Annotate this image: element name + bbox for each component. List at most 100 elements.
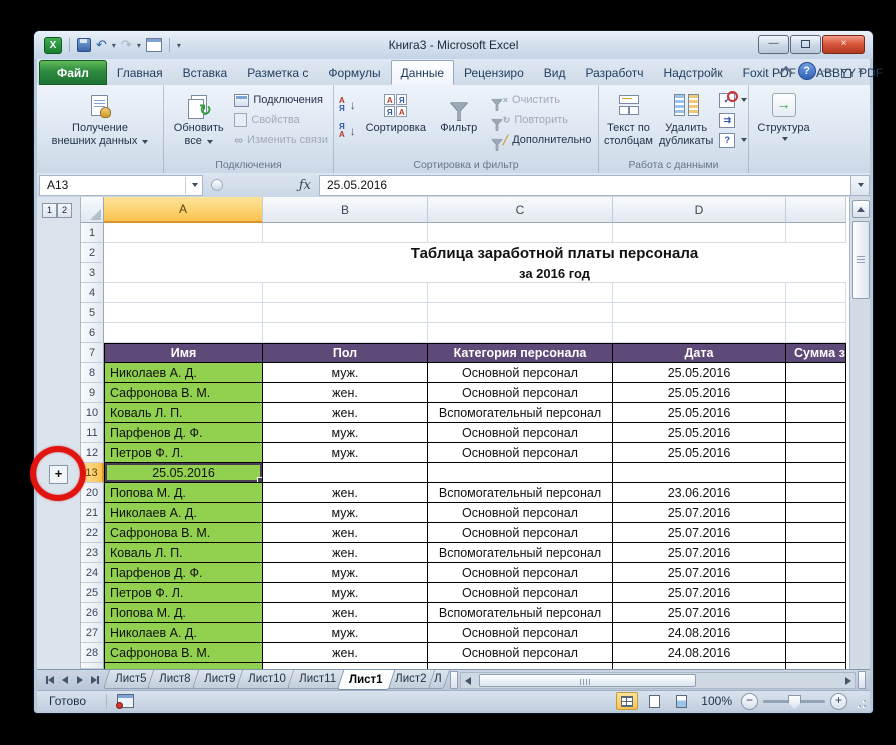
data-validation-button[interactable]: ✓ [716,90,750,110]
page-layout-view-button[interactable] [643,692,665,710]
cell-B24[interactable]: муж. [263,563,428,583]
column-header-B[interactable]: B [263,197,428,223]
cell-B8[interactable]: муж. [263,363,428,383]
cell-E25[interactable] [786,583,846,603]
cell-C21[interactable]: Основной персонал [428,503,613,523]
cell-E6[interactable] [786,323,846,343]
cell-B9[interactable]: жен. [263,383,428,403]
redo-dropdown-icon[interactable]: ▾ [137,41,141,50]
cell-E23[interactable] [786,543,846,563]
cell-B20[interactable]: жен. [263,483,428,503]
row-header-7[interactable]: 7 [81,343,104,363]
excel-logo-icon[interactable]: X [44,37,62,54]
outline-level-2-button[interactable]: 2 [57,203,72,218]
text-to-columns-button[interactable]: ↓ Текст по столбцам [601,88,656,150]
next-sheet-button[interactable] [73,673,87,687]
cell-B21[interactable]: муж. [263,503,428,523]
name-box-dropdown-icon[interactable] [192,183,198,187]
cell-A1[interactable] [104,223,263,243]
cell-C26[interactable]: Вспомогательный персонал [428,603,613,623]
cell-D6[interactable] [613,323,786,343]
horizontal-scrollbar-thumb[interactable] [479,674,696,687]
cell-D26[interactable]: 25.07.2016 [613,603,786,623]
cell-E26[interactable] [786,603,846,623]
ribbon-tab-вид[interactable]: Вид [534,60,576,85]
cell-E5[interactable] [786,303,846,323]
cell-E4[interactable] [786,283,846,303]
zoom-slider[interactable] [763,700,825,703]
row-header-11[interactable]: 11 [81,423,104,443]
cell-B5[interactable] [263,303,428,323]
merged-cell-row-3[interactable] [104,263,846,283]
zoom-in-button[interactable]: + [830,693,847,710]
ribbon-tab-разработч[interactable]: Разработч [575,60,653,85]
cell-E24[interactable] [786,563,846,583]
cell-C24[interactable]: Основной персонал [428,563,613,583]
cell-B6[interactable] [263,323,428,343]
properties-button[interactable]: Свойства [231,110,331,130]
sort-button[interactable]: АЯ ЯА Сортировка [359,88,433,137]
row-header-24[interactable]: 24 [81,563,104,583]
cell-A25[interactable]: Петров Ф. Л. [104,583,263,603]
tab-split-handle[interactable] [450,671,458,689]
zoom-level[interactable]: 100% [701,694,732,708]
cell-D5[interactable] [613,303,786,323]
zoom-slider-thumb[interactable] [788,695,801,710]
column-header-E-partial[interactable] [786,197,846,223]
redo-icon[interactable]: ↷ [121,38,132,52]
advanced-filter-button[interactable]: ╱ Дополнительно [485,130,595,150]
structure-button[interactable]: → Структура [754,88,812,143]
row-header-22[interactable]: 22 [81,523,104,543]
cell-B28[interactable]: жен. [263,643,428,663]
connections-button[interactable]: Подключения [231,90,331,110]
cell-E21[interactable] [786,503,846,523]
cell-C20[interactable]: Вспомогательный персонал [428,483,613,503]
cell-C8[interactable]: Основной персонал [428,363,613,383]
ribbon-tab-формулы[interactable]: Формулы [318,60,390,85]
column-header-C[interactable]: C [428,197,613,223]
column-header-D[interactable]: D [613,197,786,223]
formula-bar-splitter[interactable]: ƒx [203,176,319,195]
workbook-restore-icon[interactable] [841,69,851,78]
window-restore-button[interactable] [790,35,821,54]
previous-sheet-button[interactable] [58,673,72,687]
workbook-minimize-icon[interactable]: — [823,64,834,78]
row-header-1[interactable]: 1 [81,223,104,243]
cell-A28[interactable]: Сафронова В. М. [104,643,263,663]
split-handle[interactable] [858,671,866,689]
sort-ascending-button[interactable]: АЯ ↓ [336,92,359,118]
row-header-20[interactable]: 20 [81,483,104,503]
resize-grip[interactable] [854,695,866,707]
cell-D13[interactable] [613,463,786,483]
row-header-6[interactable]: 6 [81,323,104,343]
row-header-21[interactable]: 21 [81,503,104,523]
row-header-28[interactable]: 28 [81,643,104,663]
header-cell-E7[interactable]: Сумма з [786,343,846,363]
cell-D10[interactable]: 25.05.2016 [613,403,786,423]
edit-links-button[interactable]: ∞ Изменить связи [231,130,331,150]
row-header-9[interactable]: 9 [81,383,104,403]
row-header-3[interactable]: 3 [81,263,104,283]
cell-C6[interactable] [428,323,613,343]
row-header-5[interactable]: 5 [81,303,104,323]
scroll-left-button[interactable] [461,673,475,688]
cell-D11[interactable]: 25.05.2016 [613,423,786,443]
normal-view-button[interactable] [616,692,638,710]
cell-C27[interactable]: Основной персонал [428,623,613,643]
cell-D22[interactable]: 25.07.2016 [613,523,786,543]
cell-D25[interactable]: 25.07.2016 [613,583,786,603]
cell-E9[interactable] [786,383,846,403]
remove-duplicates-button[interactable]: Удалить дубликаты [656,88,716,150]
row-header-27[interactable]: 27 [81,623,104,643]
cell-D1[interactable] [613,223,786,243]
cell-A4[interactable] [104,283,263,303]
cell-E10[interactable] [786,403,846,423]
row-header-12[interactable]: 12 [81,443,104,463]
ribbon-tab-файл[interactable]: Файл [39,60,107,85]
clear-filter-button[interactable]: × Очистить [485,90,595,110]
cell-D12[interactable]: 25.05.2016 [613,443,786,463]
cell-C13[interactable] [428,463,613,483]
cell-D9[interactable]: 25.05.2016 [613,383,786,403]
filter-button[interactable]: Фильтр [433,88,485,137]
select-all-corner[interactable] [81,197,104,223]
